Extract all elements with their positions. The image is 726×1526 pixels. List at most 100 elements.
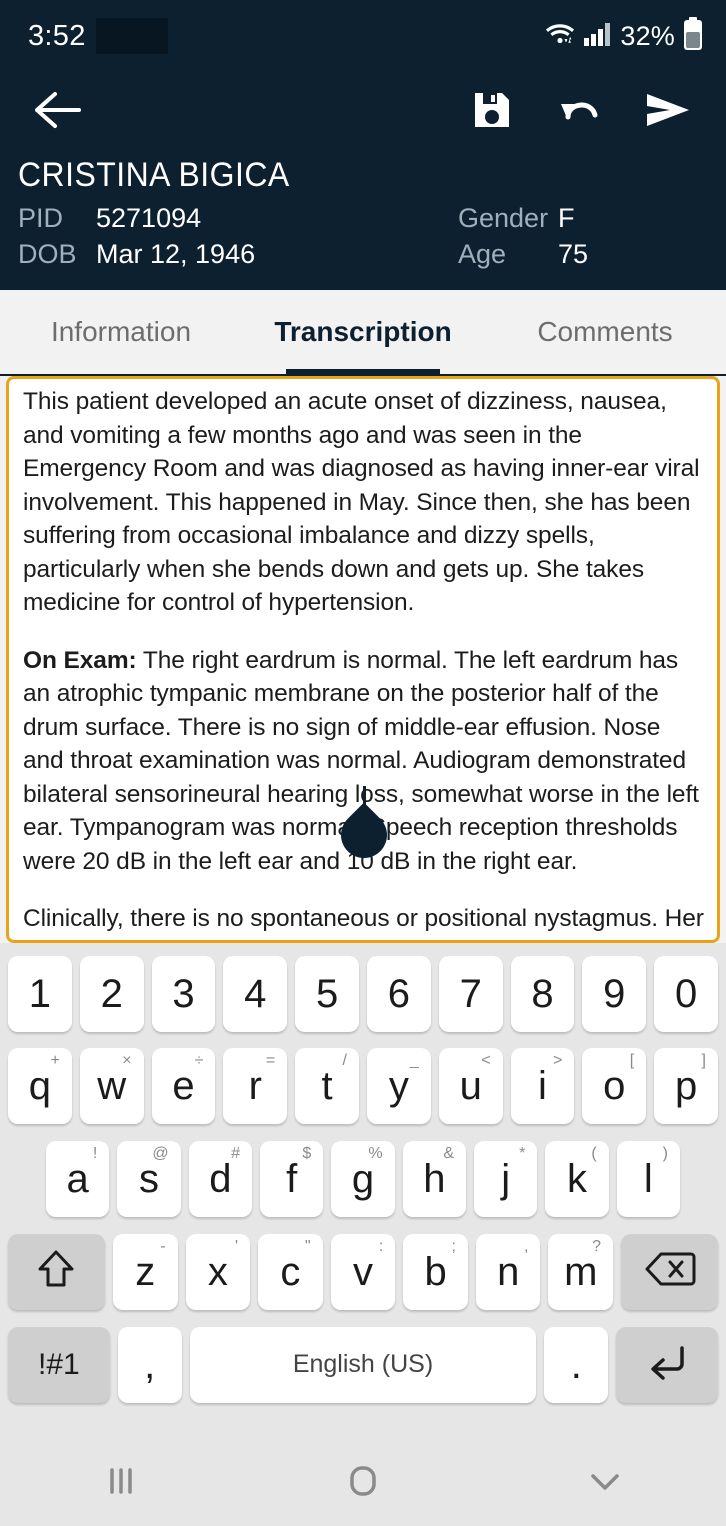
home-button[interactable] (242, 1464, 484, 1503)
key-f[interactable]: $ f (260, 1140, 324, 1217)
key-i[interactable]: > i (510, 1047, 575, 1124)
patient-gender-value: F (558, 203, 575, 233)
key-o[interactable]: [o (582, 1047, 647, 1124)
app-toolbar (0, 72, 726, 152)
tab-information[interactable]: Information (0, 290, 242, 374)
keyboard-row-numbers: 1 2 3 4 5 6 7 8 9 0 (4, 949, 722, 1039)
key-label: 9 (603, 972, 626, 1016)
key-b[interactable]: ; b (403, 1233, 468, 1310)
symbols-key[interactable]: !#1 (8, 1326, 110, 1403)
key-6[interactable]: 6 (367, 956, 431, 1032)
key-sup-label: # (231, 1144, 240, 1162)
key-7[interactable]: 7 (438, 956, 503, 1032)
space-key[interactable]: English (US) (189, 1326, 537, 1403)
key-sup-label: _ (409, 1051, 419, 1069)
key-2[interactable]: 2 (79, 956, 144, 1032)
key-sup-label: % (368, 1144, 383, 1162)
key-q[interactable]: + q (8, 1047, 72, 1124)
on-exam-label: On Exam: (23, 646, 137, 674)
key-label: 4 (244, 972, 267, 1016)
tab-bar: Information Transcription Comments (0, 290, 726, 374)
key-sup-label: > (553, 1051, 563, 1069)
key-sup-label: - (160, 1237, 166, 1255)
key-w[interactable]: × w (79, 1047, 144, 1124)
key-r[interactable]: = r (223, 1047, 288, 1124)
key-n[interactable]: ,n (475, 1233, 541, 1310)
key-j[interactable]: * j (473, 1140, 538, 1217)
patient-dob-label: DOB (18, 239, 77, 269)
key-sup-label: < (481, 1051, 491, 1069)
key-4[interactable]: 4 (223, 956, 288, 1032)
key-5[interactable]: 5 (295, 956, 359, 1032)
key-sup-label: , (524, 1237, 529, 1255)
back-button[interactable] (26, 80, 90, 144)
key-1[interactable]: 1 (8, 956, 72, 1032)
patient-pid-value: 5271094 (96, 203, 202, 233)
enter-return-icon (644, 1342, 690, 1387)
hide-keyboard-button[interactable] (484, 1466, 726, 1501)
status-bar-left: 3:52 (28, 18, 168, 54)
backspace-key[interactable] (621, 1233, 718, 1310)
shift-arrow-icon (36, 1248, 76, 1295)
key-label: o (603, 1063, 626, 1108)
tab-comments[interactable]: Comments (484, 290, 726, 374)
patient-dob-value: Mar 12, 1946 (96, 239, 256, 269)
key-p[interactable]: ] p (654, 1047, 718, 1124)
tab-transcription[interactable]: Transcription (242, 290, 484, 374)
key-label: s (139, 1156, 159, 1201)
recents-button[interactable] (0, 1465, 242, 1502)
key-m[interactable]: ? m (548, 1233, 614, 1310)
key-a[interactable]: ! a (46, 1140, 110, 1217)
battery-icon (682, 16, 704, 56)
undo-button[interactable] (548, 80, 612, 144)
key-label: 3 (172, 972, 195, 1016)
key-d[interactable]: # d (188, 1140, 252, 1217)
key-label: v (353, 1249, 373, 1294)
key-sup-label: ( (591, 1144, 597, 1162)
status-bar: 3:52 32% (0, 0, 726, 72)
key-label: h (423, 1156, 446, 1201)
key-sup-label: + (50, 1051, 60, 1069)
shift-key[interactable] (8, 1233, 105, 1310)
key-label: 7 (459, 972, 482, 1016)
key-9[interactable]: 9 (582, 956, 647, 1032)
key-8[interactable]: 8 (510, 956, 575, 1032)
patient-header: CRISTINA BIGICA PID 5271094 DOB Mar 12, … (0, 152, 726, 290)
patient-pid-label: PID (18, 203, 64, 233)
key-label: 8 (531, 972, 554, 1016)
key-label: w (97, 1063, 127, 1108)
key-s[interactable]: @ s (117, 1140, 181, 1217)
wifi-icon (544, 20, 576, 53)
tab-transcription-label: Transcription (274, 316, 452, 347)
key-3[interactable]: 3 (151, 956, 216, 1032)
key-0[interactable]: 0 (654, 956, 718, 1032)
key-label: r (248, 1063, 262, 1108)
key-l[interactable]: ) l (616, 1140, 680, 1217)
key-k[interactable]: (k (545, 1140, 609, 1217)
key-label: . (570, 1342, 582, 1387)
key-sup-label: " (305, 1237, 311, 1255)
enter-key[interactable] (616, 1326, 718, 1403)
send-button[interactable] (636, 80, 700, 144)
patient-details-left: PID 5271094 DOB Mar 12, 1946 (18, 203, 458, 270)
key-x[interactable]: ' x (185, 1233, 251, 1310)
save-button[interactable] (460, 80, 524, 144)
comma-key[interactable]: , (117, 1326, 182, 1403)
key-v[interactable]: :v (330, 1233, 396, 1310)
patient-dob-row: DOB Mar 12, 1946 (18, 239, 458, 270)
key-g[interactable]: % g (331, 1140, 395, 1217)
key-h[interactable]: & h (402, 1140, 466, 1217)
key-label: !#1 (37, 1347, 80, 1381)
key-label: m (564, 1249, 598, 1294)
key-t[interactable]: / t (295, 1047, 359, 1124)
key-e[interactable]: ÷ e (151, 1047, 216, 1124)
key-sup-label: ] (701, 1051, 706, 1069)
key-c[interactable]: " c (258, 1233, 323, 1310)
patient-details-right: Gender F Age 75 (458, 203, 588, 270)
key-z[interactable]: -z (112, 1233, 178, 1310)
key-sup-label: ! (92, 1144, 98, 1162)
key-u[interactable]: < u (438, 1047, 503, 1124)
key-y[interactable]: _ y (367, 1047, 431, 1124)
key-sup-label: / (342, 1051, 347, 1069)
period-key[interactable]: . (544, 1326, 609, 1403)
